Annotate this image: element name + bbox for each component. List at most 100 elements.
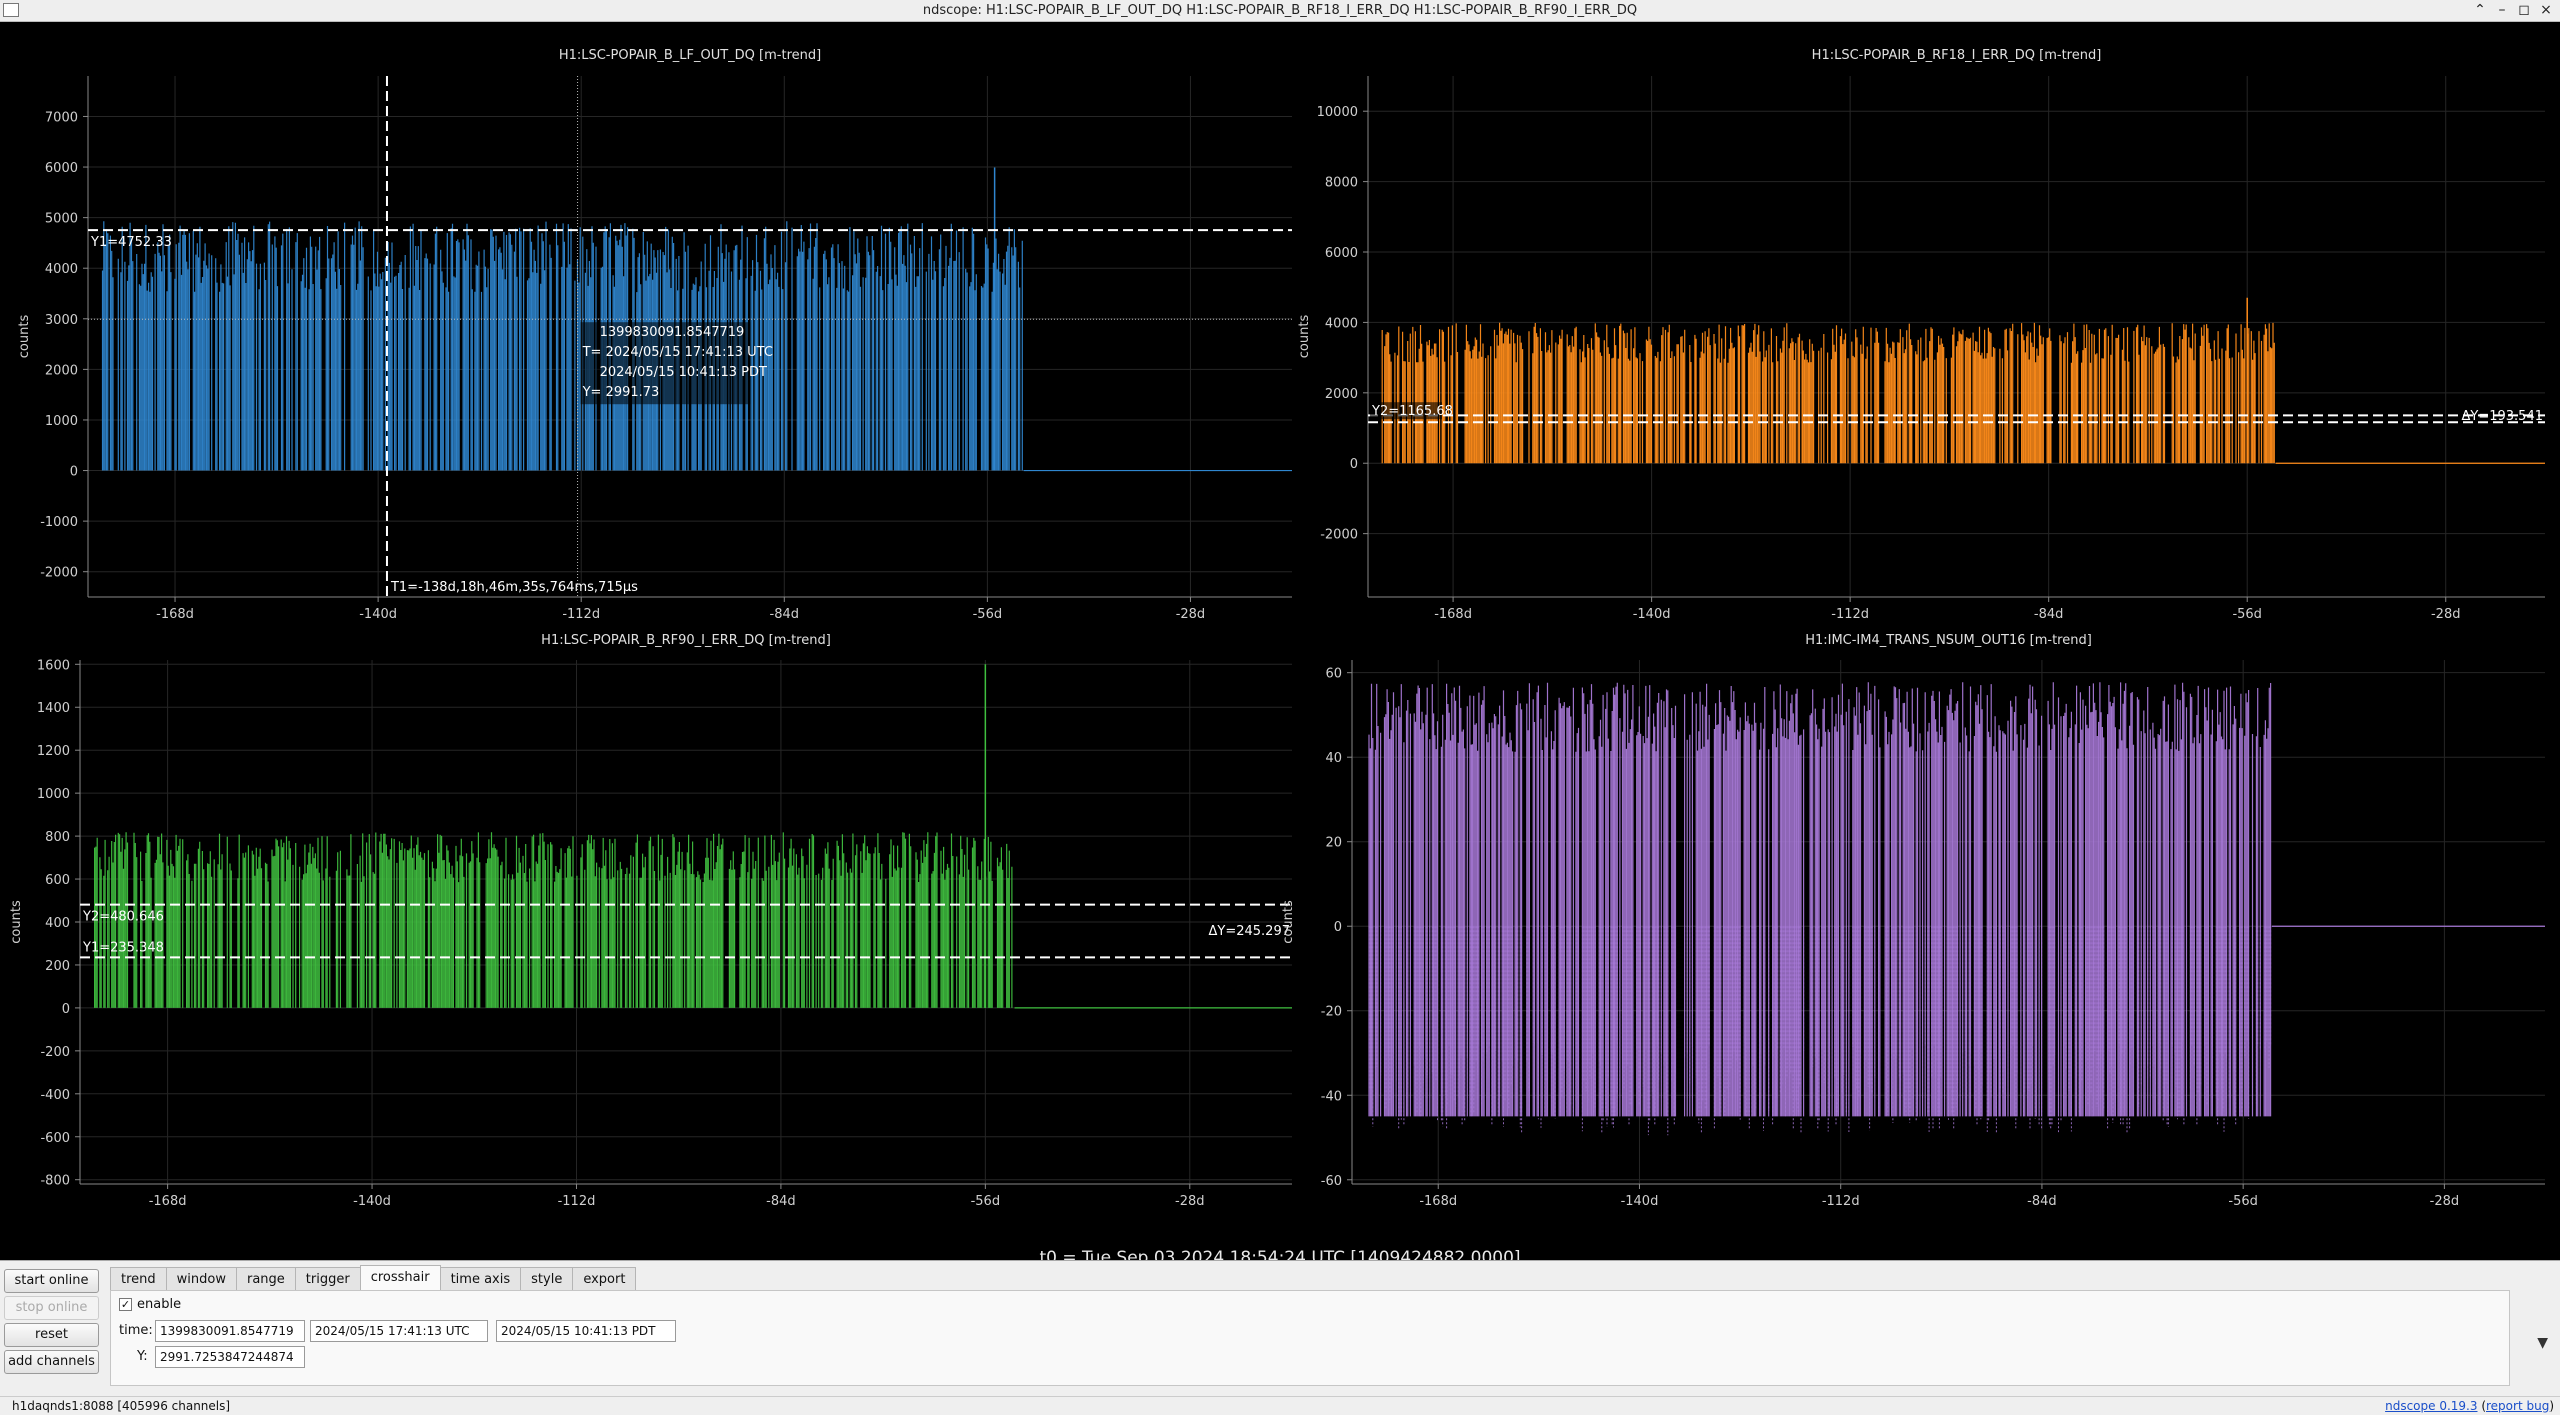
crosshair-pdt: 2024/05/15 10:41:13 PDT bbox=[600, 365, 767, 380]
y-tick-label: 3000 bbox=[45, 313, 78, 328]
y-tick-label: -20 bbox=[1321, 1005, 1342, 1020]
report-bug-link[interactable]: report bug bbox=[2486, 1399, 2549, 1413]
minimize-button[interactable]: – bbox=[2492, 1, 2512, 19]
reset-label: reset bbox=[35, 1327, 68, 1342]
version-link[interactable]: ndscope 0.19.3 bbox=[2385, 1399, 2477, 1413]
maximize-button[interactable]: ◻ bbox=[2514, 1, 2534, 19]
x-tick-label: -28d bbox=[2430, 1194, 2460, 1209]
x-tick-label: -140d bbox=[359, 607, 397, 622]
crosshair-utc: T= 2024/05/15 17:41:13 UTC bbox=[582, 345, 773, 360]
time-utc-field[interactable] bbox=[310, 1320, 488, 1342]
y-tick-label: 2000 bbox=[45, 363, 78, 378]
tab-style[interactable]: style bbox=[520, 1267, 574, 1291]
y-value-field[interactable] bbox=[155, 1346, 305, 1368]
x-tick-label: -28d bbox=[2431, 607, 2461, 622]
y2-cursor-label: Y2=480.646 bbox=[82, 910, 164, 925]
time-pdt-field[interactable] bbox=[496, 1320, 676, 1342]
y-tick-label: 6000 bbox=[45, 161, 78, 176]
y-tick-label: 400 bbox=[45, 916, 70, 931]
server-status: h1daqnds1:8088 [405996 channels] bbox=[12, 1399, 231, 1413]
y-tick-label: 0 bbox=[62, 1002, 70, 1017]
y-tick-label: 200 bbox=[45, 959, 70, 974]
tab-trigger[interactable]: trigger bbox=[294, 1267, 361, 1291]
plot-title: H1:LSC-POPAIR_B_RF90_I_ERR_DQ [m-trend] bbox=[541, 633, 831, 648]
x-tick-label: -84d bbox=[770, 607, 800, 622]
reset-button[interactable]: reset bbox=[4, 1323, 99, 1347]
add-channels-button[interactable]: add channels bbox=[4, 1350, 99, 1374]
x-tick-label: -168d bbox=[149, 1194, 187, 1209]
series-trace bbox=[101, 221, 1023, 471]
y-axis-label: counts bbox=[1297, 315, 1312, 359]
y-tick-label: 40 bbox=[1325, 751, 1342, 766]
plots-canvas[interactable]: H1:LSC-POPAIR_B_LF_OUT_DQ [m-trend]-2000… bbox=[0, 22, 2560, 1260]
enable-checkbox[interactable]: ✓ bbox=[119, 1298, 132, 1311]
tab-trend[interactable]: trend bbox=[110, 1267, 167, 1291]
tab-crosshair[interactable]: crosshair bbox=[359, 1265, 441, 1291]
x-tick-label: -84d bbox=[2027, 1194, 2057, 1209]
x-tick-label: -140d bbox=[353, 1194, 391, 1209]
y-tick-label: 800 bbox=[45, 830, 70, 845]
y-tick-label: -200 bbox=[40, 1045, 70, 1060]
x-tick-label: -112d bbox=[1831, 607, 1869, 622]
y-tick-label: -800 bbox=[40, 1174, 70, 1189]
y-tick-label: 7000 bbox=[45, 110, 78, 125]
plot-area[interactable]: H1:LSC-POPAIR_B_LF_OUT_DQ [m-trend] -2000… bbox=[0, 22, 2560, 1268]
y-axis-label: counts bbox=[9, 900, 24, 944]
y1-cursor-label: Y1=235.348 bbox=[82, 940, 164, 955]
y-tick-label: 0 bbox=[70, 465, 78, 480]
crosshair-y: Y= 2991.73 bbox=[582, 385, 660, 400]
stop-online-button: stop online bbox=[4, 1296, 99, 1320]
y-tick-label: 1600 bbox=[37, 658, 70, 673]
y-tick-label: 1400 bbox=[37, 701, 70, 716]
x-tick-label: -168d bbox=[156, 607, 194, 622]
y-tick-label: -600 bbox=[40, 1131, 70, 1146]
crosshair-gps: 1399830091.8547719 bbox=[600, 325, 745, 340]
y-tick-label: 2000 bbox=[1325, 387, 1358, 402]
tab-time-axis[interactable]: time axis bbox=[439, 1267, 522, 1291]
y-tick-label: 6000 bbox=[1325, 246, 1358, 261]
y-tick-label: 0 bbox=[1334, 920, 1342, 935]
y-tick-label: 0 bbox=[1350, 457, 1358, 472]
y-tick-label: -1000 bbox=[40, 515, 78, 530]
y-tick-label: 10000 bbox=[1317, 105, 1358, 120]
t1-cursor-label: T1=-138d,18h,46m,35s,764ms,715µs bbox=[390, 580, 638, 595]
stop-online-label: stop online bbox=[15, 1300, 88, 1315]
x-tick-label: -168d bbox=[1434, 607, 1472, 622]
x-tick-label: -56d bbox=[973, 607, 1003, 622]
time-label: time: bbox=[119, 1323, 153, 1338]
y-tick-label: 1200 bbox=[37, 744, 70, 759]
start-online-button[interactable]: start online bbox=[4, 1269, 99, 1293]
tab-range[interactable]: range bbox=[235, 1267, 296, 1291]
x-tick-label: -112d bbox=[1822, 1194, 1860, 1209]
y-axis-label: counts bbox=[17, 315, 32, 359]
y-tick-label: -2000 bbox=[40, 566, 78, 581]
series-trace bbox=[94, 832, 1013, 1008]
time-gps-field[interactable] bbox=[155, 1320, 305, 1342]
plot-title: H1:LSC-POPAIR_B_RF18_I_ERR_DQ [m-trend] bbox=[1812, 48, 2102, 63]
x-tick-label: -168d bbox=[1419, 1194, 1457, 1209]
dy-label: ΔY=245.297 bbox=[1209, 924, 1291, 939]
enable-label: enable bbox=[137, 1297, 182, 1312]
y-tick-label: -400 bbox=[40, 1088, 70, 1103]
chevron-up-icon[interactable]: ⌃ bbox=[2470, 1, 2490, 19]
triangle-down-icon[interactable]: ▼ bbox=[2537, 1335, 2548, 1351]
series-trace bbox=[1368, 682, 2272, 1117]
close-button[interactable]: × bbox=[2536, 1, 2556, 19]
window-titlebar: ndscope: H1:LSC-POPAIR_B_LF_OUT_DQ H1:LS… bbox=[0, 0, 2560, 22]
tab-window[interactable]: window bbox=[165, 1267, 237, 1291]
status-bar: h1daqnds1:8088 [405996 channels] ndscope… bbox=[0, 1396, 2560, 1415]
x-tick-label: -140d bbox=[1621, 1194, 1659, 1209]
y-tick-label: 5000 bbox=[45, 212, 78, 227]
x-tick-label: -84d bbox=[2034, 607, 2064, 622]
y-tick-label: 4000 bbox=[45, 262, 78, 277]
y-tick-label: 20 bbox=[1325, 836, 1342, 851]
x-tick-label: -56d bbox=[2232, 607, 2262, 622]
crosshair-panel: ✓ enable time: Y: bbox=[110, 1290, 2510, 1386]
tab-export[interactable]: export bbox=[572, 1267, 637, 1291]
dy-label: ΔY=193.541 bbox=[2462, 409, 2544, 424]
y-tick-label: 1000 bbox=[45, 414, 78, 429]
settings-tabs: trend window range trigger crosshair time axi… bbox=[110, 1265, 637, 1291]
y-tick-label: 600 bbox=[45, 873, 70, 888]
x-tick-label: -56d bbox=[2228, 1194, 2258, 1209]
x-tick-label: -84d bbox=[766, 1194, 796, 1209]
